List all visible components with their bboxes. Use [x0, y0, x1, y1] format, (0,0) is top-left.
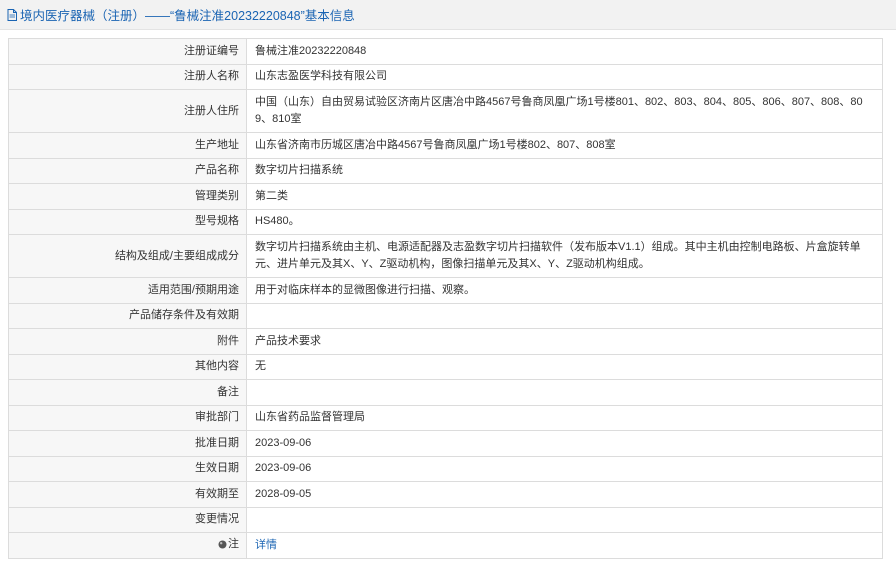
table-row: 生产地址 山东省济南市历城区唐冶中路4567号鲁商凤凰广场1号楼802、807、…: [8, 132, 883, 159]
detail-table: 注册证编号 鲁械注准20232220848 注册人名称 山东志盈医学科技有限公司…: [8, 38, 883, 559]
row-value-remarks: [246, 379, 883, 406]
row-label-changes: 变更情况: [8, 506, 247, 533]
table-row: 适用范围/预期用途 用于对临床样本的显微图像进行扫描、观察。: [8, 277, 883, 304]
table-row: 变更情况: [8, 506, 883, 533]
table-row: 管理类别 第二类: [8, 183, 883, 210]
page-header: 境内医疗器械（注册）——“鲁械注准20232220848”基本信息: [0, 0, 896, 30]
row-label-approval-date: 批准日期: [8, 430, 247, 457]
note-label-text: 注: [228, 537, 239, 550]
row-label-approval-dept: 审批部门: [8, 404, 247, 431]
row-value-intended-use: 用于对临床样本的显微图像进行扫描、观察。: [246, 277, 883, 304]
table-row: 附件 产品技术要求: [8, 328, 883, 355]
row-label-structure: 结构及组成/主要组成成分: [8, 234, 247, 278]
row-value-production-address: 山东省济南市历城区唐冶中路4567号鲁商凤凰广场1号楼802、807、808室: [246, 132, 883, 159]
row-label-other: 其他内容: [8, 353, 247, 380]
table-row: 注册人名称 山东志盈医学科技有限公司: [8, 63, 883, 90]
row-value-attachment: 产品技术要求: [246, 328, 883, 355]
row-label-registrant-address: 注册人住所: [8, 89, 247, 133]
row-value-effective-date: 2023-09-06: [246, 455, 883, 482]
row-label-remarks: 备注: [8, 379, 247, 406]
row-value-expiry-date: 2028-09-05: [246, 481, 883, 508]
row-value-approval-date: 2023-09-06: [246, 430, 883, 457]
table-row: 产品名称 数字切片扫描系统: [8, 157, 883, 184]
table-row: 结构及组成/主要组成成分 数字切片扫描系统由主机、电源适配器及志盈数字切片扫描软…: [8, 234, 883, 278]
row-value-storage: [246, 302, 883, 329]
row-value-changes: [246, 506, 883, 533]
row-label-registration-no: 注册证编号: [8, 38, 247, 65]
row-value-registrant-address: 中国（山东）自由贸易试验区济南片区唐冶中路4567号鲁商凤凰广场1号楼801、8…: [246, 89, 883, 133]
table-row: 注 详情: [8, 532, 883, 559]
row-value-management-class: 第二类: [246, 183, 883, 210]
row-value-model-spec: HS480。: [246, 208, 883, 235]
details-link[interactable]: 详情: [255, 539, 277, 551]
row-label-model-spec: 型号规格: [8, 208, 247, 235]
document-icon: [7, 8, 17, 21]
note-icon: [218, 540, 227, 549]
row-value-other: 无: [246, 353, 883, 380]
note-label-wrap: 注: [218, 536, 239, 553]
table-row: 生效日期 2023-09-06: [8, 455, 883, 482]
table-row: 审批部门 山东省药品监督管理局: [8, 404, 883, 431]
row-value-registration-no: 鲁械注准20232220848: [246, 38, 883, 65]
row-label-intended-use: 适用范围/预期用途: [8, 277, 247, 304]
row-label-attachment: 附件: [8, 328, 247, 355]
row-value-registrant-name: 山东志盈医学科技有限公司: [246, 63, 883, 90]
row-label-storage: 产品储存条件及有效期: [8, 302, 247, 329]
page-title: 境内医疗器械（注册）——“鲁械注准20232220848”基本信息: [20, 9, 355, 23]
table-row: 其他内容 无: [8, 353, 883, 380]
table-row: 批准日期 2023-09-06: [8, 430, 883, 457]
table-row: 备注: [8, 379, 883, 406]
row-label-product-name: 产品名称: [8, 157, 247, 184]
row-label-note: 注: [8, 532, 247, 559]
row-label-production-address: 生产地址: [8, 132, 247, 159]
table-row: 型号规格 HS480。: [8, 208, 883, 235]
table-row: 产品储存条件及有效期: [8, 302, 883, 329]
row-label-registrant-name: 注册人名称: [8, 63, 247, 90]
table-row: 注册证编号 鲁械注准20232220848: [8, 38, 883, 65]
row-value-note: 详情: [246, 532, 883, 559]
table-row: 注册人住所 中国（山东）自由贸易试验区济南片区唐冶中路4567号鲁商凤凰广场1号…: [8, 89, 883, 133]
row-label-management-class: 管理类别: [8, 183, 247, 210]
row-value-structure: 数字切片扫描系统由主机、电源适配器及志盈数字切片扫描软件（发布版本V1.1）组成…: [246, 234, 883, 278]
table-row: 有效期至 2028-09-05: [8, 481, 883, 508]
row-value-product-name: 数字切片扫描系统: [246, 157, 883, 184]
row-label-effective-date: 生效日期: [8, 455, 247, 482]
row-value-approval-dept: 山东省药品监督管理局: [246, 404, 883, 431]
row-label-expiry-date: 有效期至: [8, 481, 247, 508]
